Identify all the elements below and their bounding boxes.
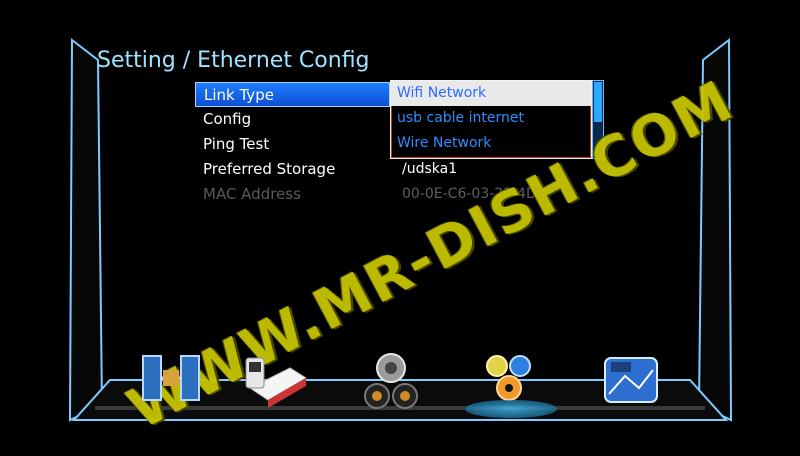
- menu-item-preferred-storage[interactable]: Preferred Storage: [195, 157, 390, 182]
- media-player-icon[interactable]: [240, 348, 312, 414]
- menu-item-config[interactable]: Config: [195, 107, 390, 132]
- media-gallery-icon[interactable]: [595, 348, 667, 414]
- menu-item-link-type[interactable]: Link Type: [195, 82, 390, 107]
- page-title: Setting / Ethernet Config: [97, 48, 370, 73]
- menu-item-ping-test[interactable]: Ping Test: [195, 132, 390, 157]
- menu: Link Type Config Ping Test Preferred Sto…: [195, 82, 390, 207]
- settings-gears-binoculars-icon[interactable]: [355, 348, 427, 414]
- system-settings-gears-icon[interactable]: [465, 348, 557, 418]
- satellite-icon[interactable]: [135, 348, 207, 414]
- menu-item-mac-address: MAC Address: [203, 185, 301, 203]
